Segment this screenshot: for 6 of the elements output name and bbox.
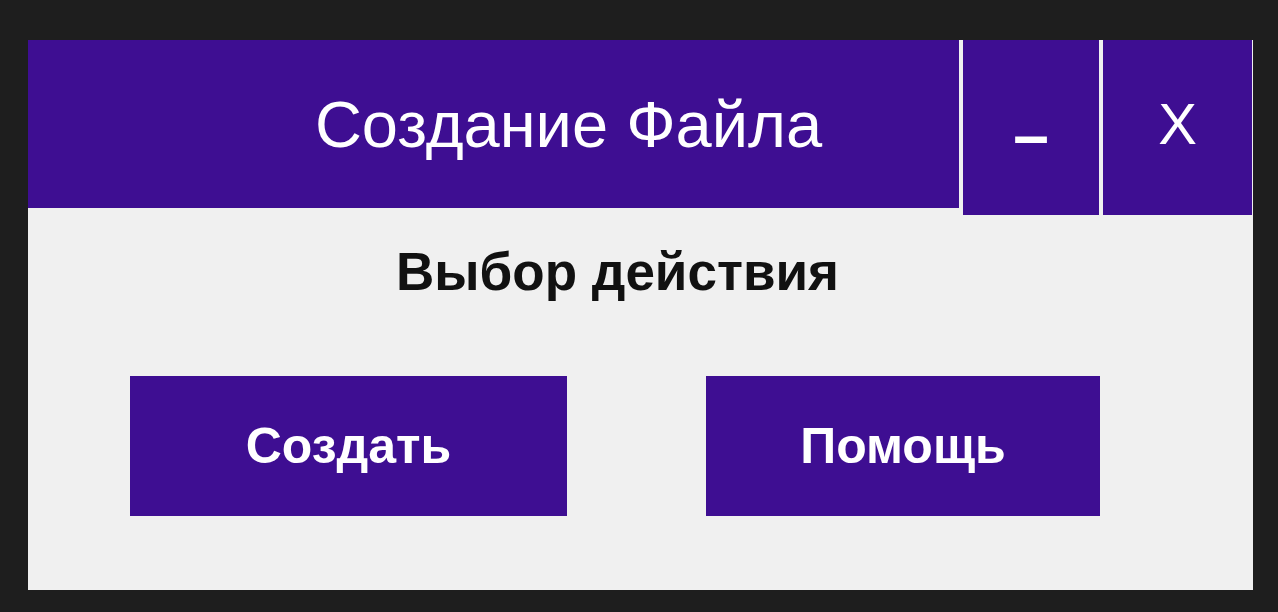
minimize-button[interactable]: – bbox=[963, 40, 1099, 215]
action-button[interactable]: Создать bbox=[130, 376, 567, 516]
window-title: Создание Файла bbox=[28, 40, 959, 208]
prompt-text: Выбор действия bbox=[396, 241, 839, 302]
close-button[interactable]: X bbox=[1103, 40, 1252, 215]
action-button[interactable]: Помощь bbox=[706, 376, 1100, 516]
